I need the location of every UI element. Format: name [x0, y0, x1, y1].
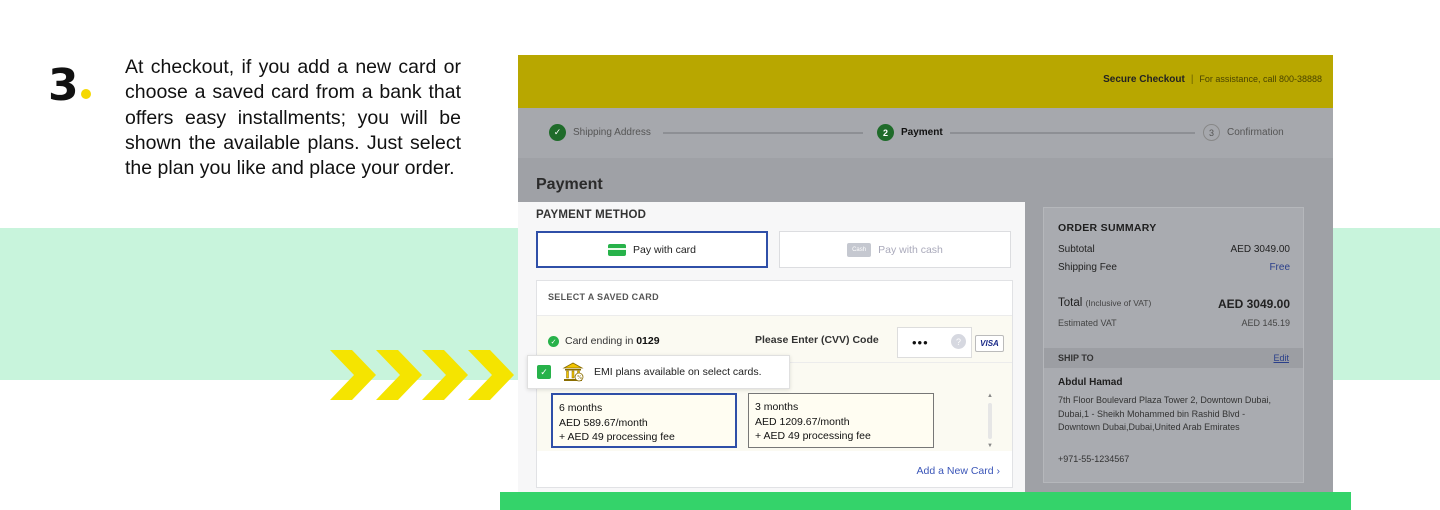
- scroll-down-icon[interactable]: ▼: [987, 443, 993, 449]
- progress-step-confirmation[interactable]: 3 Confirmation: [1203, 124, 1284, 141]
- plan-fee: + AED 49 processing fee: [559, 431, 675, 443]
- card-last-four: 0129: [636, 335, 660, 347]
- shipping-fee-label: Shipping Fee: [1058, 262, 1117, 273]
- assistance-text: For assistance, call 800-38888: [1199, 74, 1322, 84]
- payment-method-panel: PAYMENT METHOD Pay with card Cash Pay wi…: [518, 202, 1025, 492]
- help-icon[interactable]: ?: [951, 334, 966, 349]
- total-label: Total: [1058, 297, 1083, 309]
- progress-step-label: Payment: [901, 127, 943, 138]
- pay-with-card-button[interactable]: Pay with card: [536, 231, 768, 268]
- svg-text:%: %: [577, 375, 582, 381]
- card-ending-prefix: Card ending in: [565, 335, 634, 347]
- cash-icon: Cash: [847, 242, 872, 257]
- order-summary-title: ORDER SUMMARY: [1058, 222, 1157, 234]
- bank-icon: %: [562, 362, 584, 382]
- check-icon: ✓: [549, 124, 566, 141]
- credit-card-icon: [607, 243, 626, 256]
- selected-check-icon: ✓: [548, 336, 559, 347]
- ship-to-title: SHIP TO: [1058, 353, 1094, 363]
- recipient-phone: +971-55-1234567: [1058, 454, 1130, 464]
- step-number-badge: 3: [1203, 124, 1220, 141]
- emi-notice: ✓ % EMI plans available on select cards.: [527, 355, 790, 389]
- plan-amount: AED 1209.67/month: [755, 415, 850, 428]
- progress-line-2: [950, 132, 1195, 134]
- page-title: Payment: [536, 176, 603, 193]
- visa-logo-icon: VISA: [975, 335, 1004, 352]
- checkout-progress: ✓ Shipping Address 2 Payment 3 Confirmat…: [518, 108, 1333, 158]
- progress-step-label: Shipping Address: [573, 127, 651, 138]
- subtotal-value: AED 3049.00: [1230, 244, 1291, 255]
- shipping-fee-value: Free: [1269, 262, 1290, 273]
- green-footer-band: [500, 492, 1351, 510]
- plan-duration: 6 months: [559, 402, 603, 414]
- edit-address-link[interactable]: Edit: [1273, 353, 1289, 363]
- emi-message: EMI plans available on select cards.: [594, 366, 762, 378]
- pay-with-card-label: Pay with card: [632, 243, 697, 256]
- step-dot: [81, 89, 91, 99]
- saved-card-title: SELECT A SAVED CARD: [548, 292, 659, 302]
- scroll-up-icon[interactable]: ▲: [987, 393, 993, 399]
- vat-value: AED 145.19: [1241, 318, 1290, 328]
- vat-row: Estimated VAT AED 145.19: [1058, 318, 1290, 328]
- progress-step-label: Confirmation: [1227, 127, 1284, 138]
- checkout-screenshot: Secure Checkout | For assistance, call 800…: [518, 55, 1333, 492]
- emi-plan-3-months[interactable]: 3 months AED 1209.67/month + AED 49 proc…: [748, 393, 934, 448]
- step-number-badge: 2: [877, 124, 894, 141]
- ship-to-bar: SHIP TO Edit: [1044, 348, 1303, 368]
- total-value: AED 3049.00: [1217, 297, 1290, 311]
- plan-amount: AED 589.67/month: [559, 416, 648, 429]
- scroll-thumb[interactable]: [988, 403, 992, 439]
- plan-fee: + AED 49 processing fee: [755, 430, 871, 442]
- progress-step-shipping[interactable]: ✓ Shipping Address: [549, 124, 651, 141]
- step-number: 3: [48, 60, 79, 111]
- subtotal-label: Subtotal: [1058, 244, 1095, 255]
- plan-duration: 3 months: [755, 401, 799, 413]
- header-separator: |: [1190, 74, 1194, 85]
- recipient-name: Abdul Hamad: [1058, 377, 1123, 388]
- secure-checkout-title: Secure Checkout: [1103, 74, 1185, 85]
- vat-label: Estimated VAT: [1058, 318, 1117, 328]
- secure-checkout: Secure Checkout | For assistance, call 800…: [1103, 74, 1322, 85]
- cvv-label: Please Enter (CVV) Code: [755, 334, 879, 346]
- payment-method-title: PAYMENT METHOD: [536, 209, 647, 221]
- shipping-fee-row: Shipping Fee Free: [1058, 262, 1290, 273]
- progress-step-payment[interactable]: 2 Payment: [877, 124, 943, 141]
- chevron-arrows-icon: [330, 350, 514, 400]
- total-row: Total (Inclusive of VAT) AED 3049.00: [1058, 297, 1290, 311]
- checkbox-icon: ✓: [537, 365, 551, 379]
- total-note: (Inclusive of VAT): [1085, 298, 1152, 308]
- step-description: At checkout, if you add a new card or ch…: [125, 56, 461, 180]
- pay-with-cash-label: Pay with cash: [878, 243, 943, 256]
- subtotal-row: Subtotal AED 3049.00: [1058, 244, 1290, 255]
- progress-line-1: [663, 132, 863, 134]
- plans-scrollbar[interactable]: ▲ ▼: [985, 393, 995, 449]
- add-new-card-link[interactable]: Add a New Card ›: [917, 465, 1000, 477]
- checkout-header: Secure Checkout | For assistance, call 800…: [518, 55, 1333, 108]
- total-label-group: Total (Inclusive of VAT): [1058, 297, 1151, 311]
- card-ending: Card ending in 0129: [565, 335, 660, 347]
- shipping-address: 7th Floor Boulevard Plaza Tower 2, Downt…: [1058, 395, 1271, 432]
- order-summary-panel: ORDER SUMMARY Subtotal AED 3049.00 Shipp…: [1043, 207, 1304, 483]
- emi-plan-6-months[interactable]: 6 months AED 589.67/month + AED 49 proce…: [551, 393, 737, 448]
- pay-with-cash-button[interactable]: Cash Pay with cash: [779, 231, 1011, 268]
